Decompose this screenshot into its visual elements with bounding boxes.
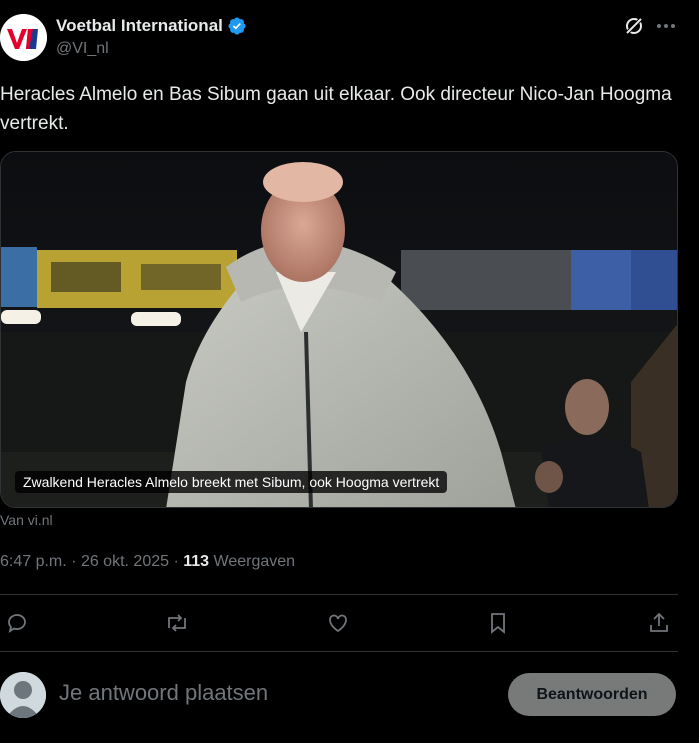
reply-button[interactable]: Beantwoorden (508, 673, 676, 716)
divider (0, 594, 678, 595)
grok-icon[interactable] (622, 14, 646, 38)
action-bar (0, 608, 678, 638)
default-avatar-icon (0, 672, 46, 718)
tweet-time[interactable]: 6:47 p.m. (0, 553, 67, 570)
author-handle[interactable]: @VI_nl (56, 40, 109, 58)
reply-input[interactable]: Je antwoord plaatsen (59, 680, 268, 706)
more-options-icon[interactable] (655, 14, 677, 38)
views-label: Weergaven (213, 553, 296, 570)
like-icon[interactable] (323, 608, 353, 638)
views-count: 113 (183, 553, 210, 570)
share-icon[interactable] (644, 608, 674, 638)
reply-icon[interactable] (2, 608, 32, 638)
user-avatar[interactable] (0, 672, 46, 718)
media-source[interactable]: Van vi.nl (0, 512, 53, 528)
meta-separator: · (71, 553, 77, 570)
author-name[interactable]: Voetbal International (56, 16, 247, 36)
media-caption: Zwalkend Heracles Almelo breekt met Sibu… (15, 471, 448, 493)
tweet-date[interactable]: 26 okt. 2025 (81, 553, 169, 570)
retweet-icon[interactable] (162, 608, 192, 638)
media-card[interactable]: Zwalkend Heracles Almelo breekt met Sibu… (0, 151, 678, 508)
article-photo (1, 152, 677, 507)
tweet-text: Heracles Almelo en Bas Sibum gaan uit el… (0, 84, 672, 134)
author-avatar[interactable] (0, 14, 47, 61)
verified-badge-icon (228, 17, 246, 35)
author-name-text[interactable]: Voetbal International (56, 16, 223, 36)
tweet-meta: 6:47 p.m. · 26 okt. 2025 · 113 Weergaven (0, 553, 295, 571)
vi-logo-icon (0, 14, 47, 61)
tweet-detail: Voetbal International @VI_nl Heracles Al… (0, 0, 699, 743)
bookmark-icon[interactable] (483, 608, 513, 638)
divider (0, 651, 678, 652)
meta-separator-2: · (173, 553, 179, 570)
